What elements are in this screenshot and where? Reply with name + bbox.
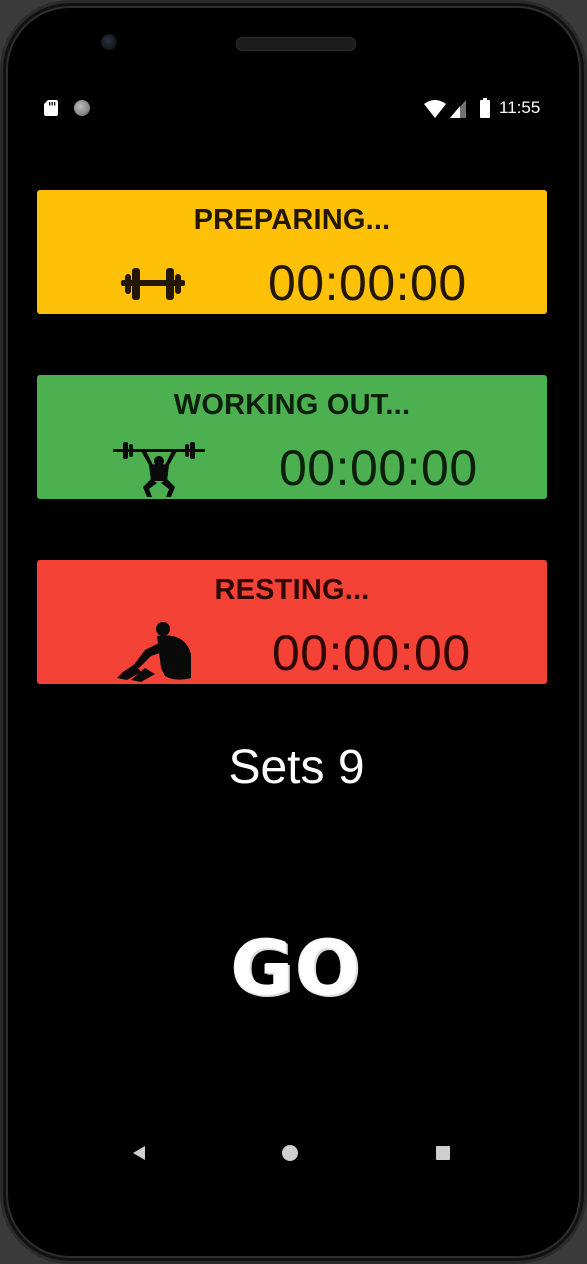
resting-time: 00:00:00: [272, 625, 471, 681]
app-screen: 11:55 PREPARING... 00:00:00 WORKING OUT.…: [20, 85, 573, 1180]
preparing-timer-card[interactable]: PREPARING... 00:00:00: [37, 190, 547, 314]
battery-icon: [480, 98, 490, 118]
earpiece-speaker: [236, 37, 356, 51]
status-bar: 11:55: [20, 95, 573, 121]
working-time: 00:00:00: [279, 440, 478, 496]
weightlifter-icon: [113, 442, 205, 497]
resting-label: RESTING...: [214, 574, 370, 606]
go-button[interactable]: GO: [20, 923, 573, 1012]
dumbbell-icon: [121, 268, 185, 300]
sets-counter: Sets 9: [228, 741, 365, 794]
preparing-time: 00:00:00: [268, 255, 467, 311]
front-camera: [101, 34, 117, 50]
sd-card-icon: [44, 100, 58, 116]
notification-dot-icon: [74, 100, 90, 116]
recents-icon[interactable]: [436, 1146, 450, 1160]
preparing-label: PREPARING...: [193, 204, 391, 236]
back-icon[interactable]: [131, 1145, 147, 1161]
phone-frame: 11:55 PREPARING... 00:00:00 WORKING OUT.…: [0, 0, 587, 1264]
resting-timer-card[interactable]: RESTING... 00:00:00: [37, 560, 547, 684]
home-icon[interactable]: [282, 1145, 298, 1161]
cell-signal-icon: [450, 100, 466, 118]
wifi-icon: [424, 100, 446, 118]
navigation-bar: [20, 1135, 573, 1171]
working-label: WORKING OUT...: [173, 389, 411, 421]
sitting-person-icon: [117, 622, 191, 682]
working-timer-card[interactable]: WORKING OUT... 00:00:00: [37, 375, 547, 499]
status-clock: 11:55: [499, 98, 541, 117]
